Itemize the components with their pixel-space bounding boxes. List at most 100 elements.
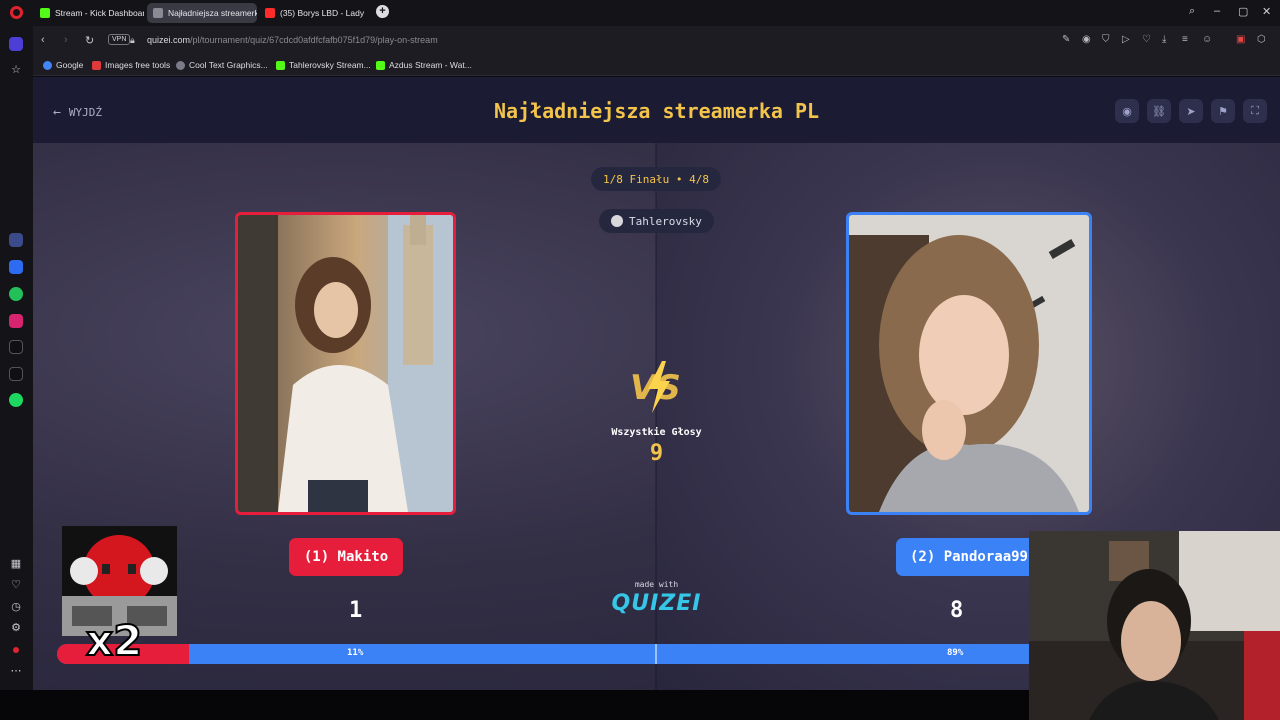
- webcam-feed: [1029, 531, 1280, 720]
- aria-icon[interactable]: [9, 233, 23, 247]
- quizei-favicon-icon: [153, 8, 163, 18]
- cube-icon[interactable]: ⬡: [1257, 34, 1266, 45]
- bookmark-label: Cool Text Graphics...: [189, 60, 268, 70]
- user-badge: Tahlerovsky: [599, 209, 714, 233]
- link-button[interactable]: ⛓: [1147, 99, 1171, 123]
- camera-icon[interactable]: ◉: [1082, 34, 1091, 45]
- link-icon: ⛓: [1152, 105, 1166, 118]
- history-icon[interactable]: ◷: [9, 600, 23, 613]
- vote-button-right[interactable]: (2) Pandoraa99: [896, 538, 1042, 576]
- contestant-card-right[interactable]: [846, 212, 1092, 515]
- heart-icon[interactable]: ♡: [1142, 34, 1151, 45]
- address-bar: ‹ › ↻ VPN 🔒︎ quizei.com/pl/tournament/qu…: [33, 26, 1280, 56]
- tab-youtube[interactable]: (35) Borys LBD - Lady: [259, 3, 369, 23]
- bookmark-google[interactable]: Google: [43, 60, 83, 70]
- tab-label: Stream - Kick Dashboard: [55, 8, 144, 18]
- menu-icon[interactable]: ≡: [1182, 34, 1188, 45]
- taskbar-strip: [0, 690, 1029, 720]
- settings-gear-icon[interactable]: ⚙: [9, 621, 23, 634]
- page-title: Najładniejsza streamerka PL: [493, 99, 820, 123]
- contestant-name-left: (1) Makito: [303, 549, 389, 565]
- progress-midline: [655, 644, 657, 664]
- contestant-photo-right: [849, 215, 1089, 512]
- back-icon[interactable]: ‹: [41, 34, 45, 46]
- total-votes-count: 9: [649, 441, 664, 466]
- close-icon[interactable]: ✕: [1262, 5, 1271, 18]
- extension-dot-icon[interactable]: [13, 647, 19, 653]
- kick-icon: [276, 60, 285, 70]
- shield-icon[interactable]: ⛉: [1102, 34, 1110, 45]
- quiz-header: ← WYJDŹ Najładniejsza streamerka PL ◉ ⛓ …: [33, 77, 1280, 143]
- round-label: 1/8 Finału • 4/8: [603, 172, 709, 186]
- contestant-card-left[interactable]: [235, 212, 456, 515]
- fullscreen-button[interactable]: ⛶: [1243, 99, 1267, 123]
- fullscreen-icon: ⛶: [1251, 104, 1259, 117]
- heart-icon[interactable]: ♡: [9, 578, 23, 591]
- forward-icon[interactable]: ›: [64, 34, 68, 46]
- new-tab-button[interactable]: +: [376, 5, 389, 18]
- browser-tab-bar: Stream - Kick Dashboard Najładniejsza st…: [0, 0, 1280, 26]
- lock-icon[interactable]: 🔒︎: [130, 35, 135, 46]
- apps-grid-icon[interactable]: ▦: [9, 557, 23, 570]
- bookmark-images-free-tools[interactable]: Images free tools: [92, 60, 170, 70]
- search-tabs-icon[interactable]: ⌕: [1189, 5, 1195, 18]
- url-path: /pl/tournament/quiz/67cdcd0afdfcfafb075f…: [190, 35, 438, 45]
- x-twitter-icon[interactable]: [9, 367, 23, 381]
- star-icon[interactable]: ☆: [9, 63, 23, 76]
- flag-icon: ⚑: [1218, 105, 1228, 118]
- home-icon[interactable]: [9, 37, 23, 51]
- bookmark-tahlerovsky[interactable]: Tahlerovsky Stream...: [276, 60, 371, 70]
- url-host: quizei.com: [147, 35, 191, 45]
- tab-quizei[interactable]: Najładniejsza streamerka: [147, 3, 257, 23]
- bookmark-label: Google: [56, 60, 84, 70]
- percent-left: 11%: [347, 648, 364, 658]
- vote-button-left[interactable]: (1) Makito: [289, 538, 403, 576]
- bookmark-azdus[interactable]: Azdus Stream - Wat...: [376, 60, 472, 70]
- opera-logo-icon[interactable]: [10, 6, 23, 19]
- play-icon[interactable]: ▷: [1122, 34, 1130, 45]
- percent-right: 89%: [947, 648, 964, 658]
- share-button[interactable]: ➤: [1179, 99, 1203, 123]
- tiktok-icon[interactable]: [9, 340, 23, 354]
- more-icon[interactable]: ⋯: [9, 664, 23, 677]
- tab-label: (35) Borys LBD - Lady: [280, 8, 365, 18]
- bookmark-cool-text[interactable]: Cool Text Graphics...: [176, 60, 268, 70]
- cooltext-icon: [176, 60, 185, 70]
- user-avatar-icon: [611, 215, 623, 227]
- contestant-name-right: (2) Pandoraa99: [909, 549, 1028, 565]
- webcam-overlay: [1029, 531, 1280, 720]
- spotify-icon[interactable]: [9, 393, 23, 407]
- tab-kick-dashboard[interactable]: Stream - Kick Dashboard: [34, 3, 144, 23]
- tab-label: Najładniejsza streamerka: [168, 8, 257, 18]
- bookmark-label: Tahlerovsky Stream...: [289, 60, 371, 70]
- total-votes-label: Wszystkie Głosy: [611, 427, 702, 438]
- kick-icon: [40, 8, 50, 18]
- google-icon: [43, 60, 52, 70]
- instagram-icon[interactable]: [9, 314, 23, 328]
- messenger-icon[interactable]: [9, 260, 23, 274]
- whatsapp-icon[interactable]: [9, 287, 23, 301]
- report-button[interactable]: ⚑: [1211, 99, 1235, 123]
- extension-icon[interactable]: ▣: [1236, 34, 1245, 45]
- bookmarks-bar: Google Images free tools Cool Text Graph…: [33, 56, 1280, 76]
- download-icon[interactable]: ⤓: [1162, 34, 1166, 45]
- reload-icon[interactable]: ↻: [85, 34, 94, 47]
- bookmark-label: Images free tools: [105, 60, 171, 70]
- vpn-badge[interactable]: VPN: [108, 34, 131, 45]
- profile-icon[interactable]: ☺: [1202, 34, 1212, 45]
- restore-icon[interactable]: ▢: [1238, 5, 1248, 18]
- tools-icon: [92, 60, 101, 70]
- url-field[interactable]: quizei.com/pl/tournament/quiz/67cdcd0afd…: [147, 35, 438, 45]
- eye-icon: ◉: [1122, 105, 1132, 118]
- multiplier-label: x2: [85, 615, 143, 666]
- stream-emote-overlay: x2: [62, 526, 177, 668]
- user-name: Tahlerovsky: [629, 214, 702, 228]
- minimize-icon[interactable]: –: [1214, 5, 1220, 17]
- eye-button[interactable]: ◉: [1115, 99, 1139, 123]
- browser-sidebar: ☆ ▦ ♡ ◷ ⚙ ⋯: [0, 26, 33, 690]
- vs-lightning-icon: VS: [630, 361, 681, 413]
- round-badge: 1/8 Finału • 4/8: [591, 167, 721, 191]
- kick-icon: [376, 60, 385, 70]
- send-icon: ➤: [1186, 105, 1196, 118]
- edit-icon[interactable]: ✎: [1062, 34, 1070, 45]
